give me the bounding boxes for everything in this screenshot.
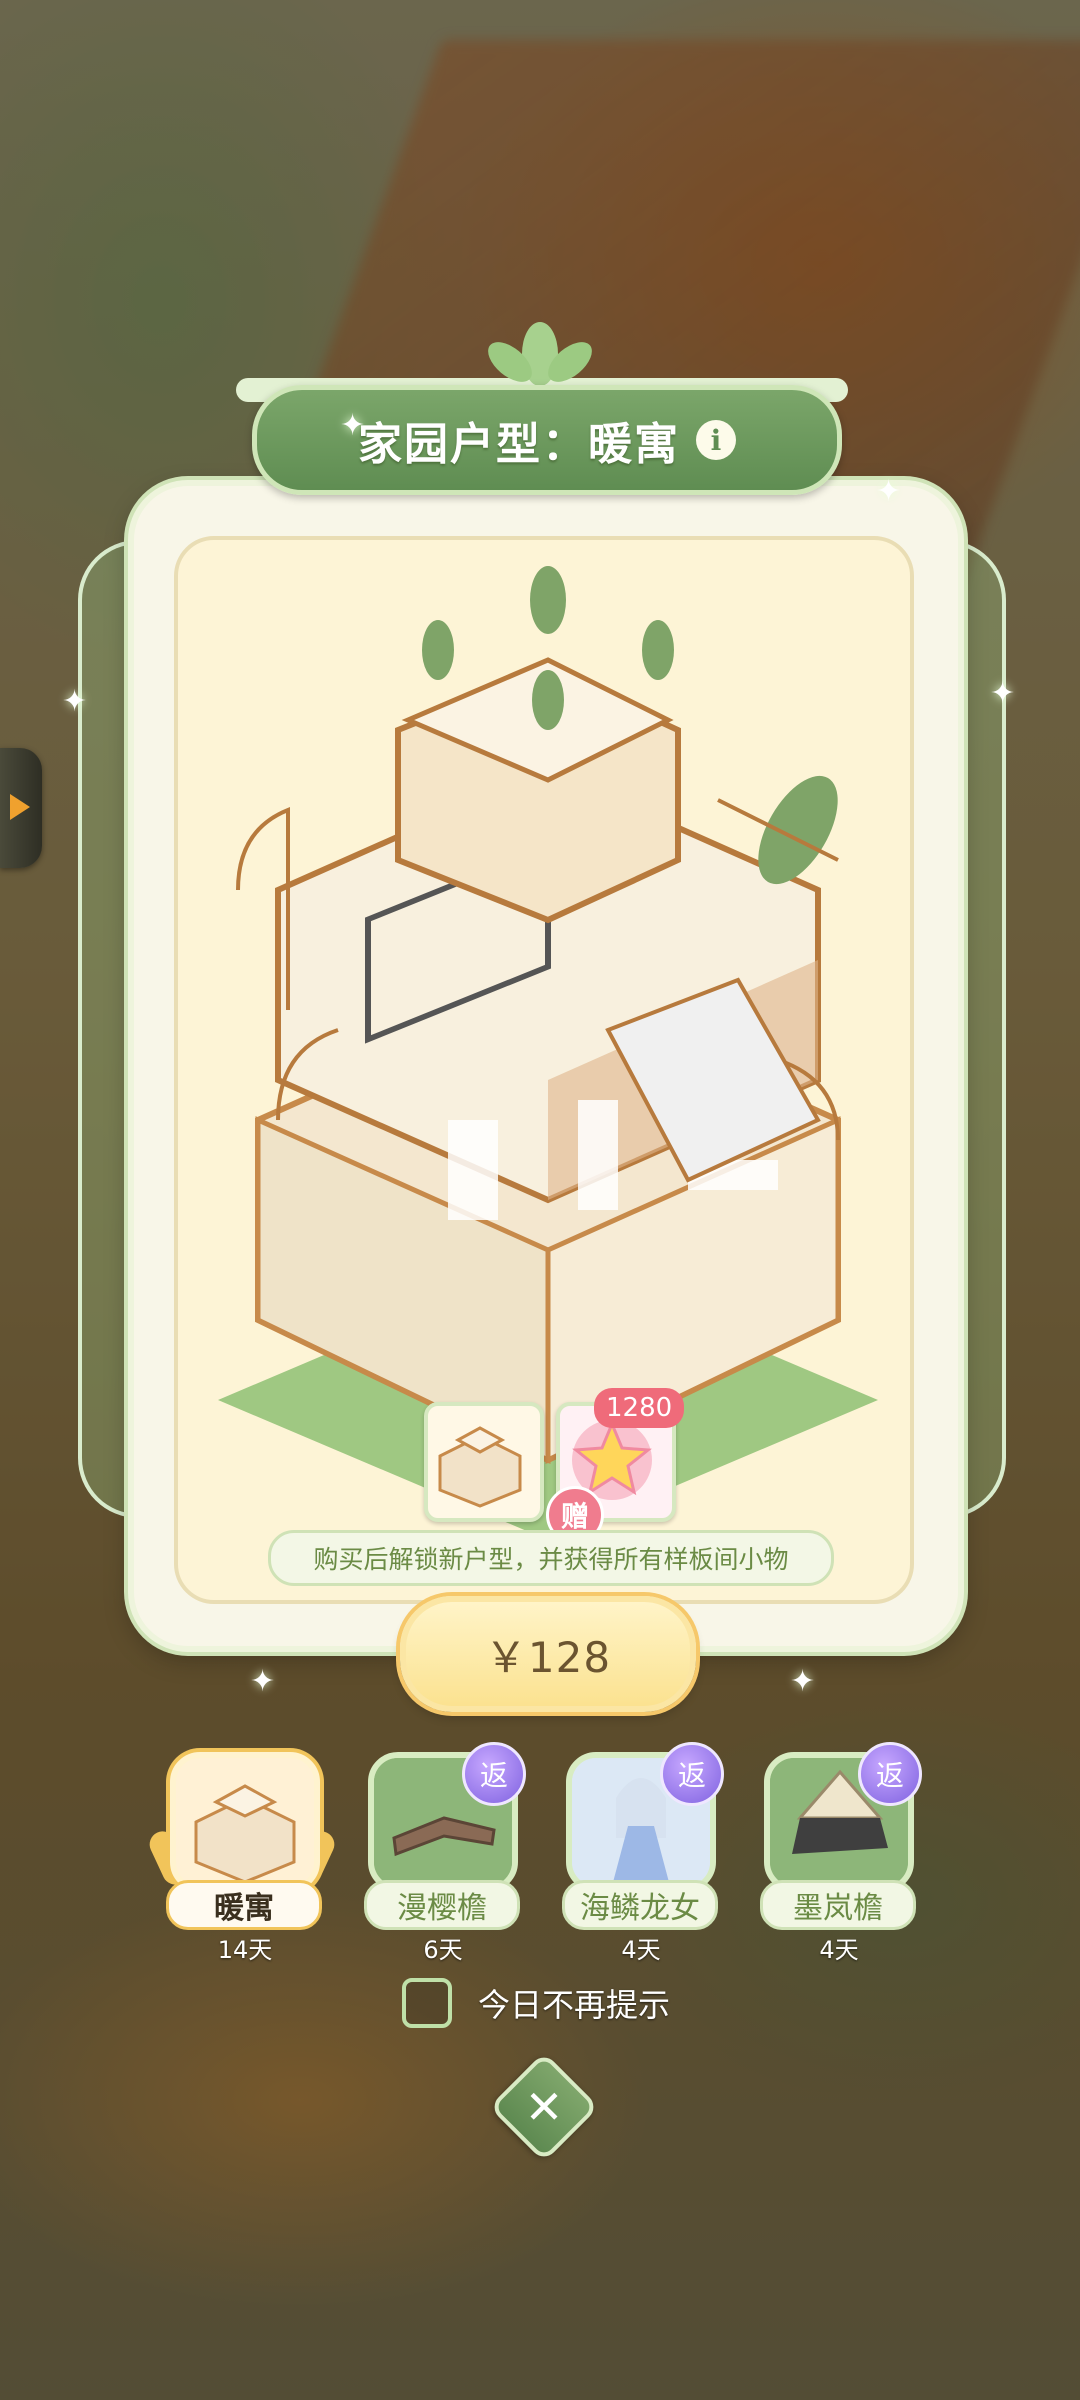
price-label: ￥128: [484, 1632, 612, 1682]
sparkle-icon: ✦: [790, 1664, 816, 1699]
dont-remind-label: 今日不再提示: [478, 1986, 671, 2024]
sparkle-icon: ✦: [876, 474, 902, 509]
sparkle-icon: ✦: [990, 676, 1016, 711]
option-days: 4天: [819, 1936, 859, 1964]
arrow-right-icon: [10, 794, 30, 820]
return-badge: 返: [462, 1742, 526, 1806]
sparkle-icon: ✦: [250, 1664, 276, 1699]
dont-remind-checkbox[interactable]: [402, 1978, 452, 2028]
sparkle-icon: ✦: [340, 408, 366, 443]
dialog-card: 1280 赠 购买后解锁新户型，并获得所有样板间小物: [128, 480, 964, 1652]
reward-house-thumbnail[interactable]: [424, 1402, 544, 1522]
return-badge: 返: [858, 1742, 922, 1806]
sparkle-icon: ✦: [62, 684, 88, 719]
buy-button[interactable]: ￥128: [400, 1596, 696, 1712]
option-label: 暖寓: [166, 1880, 322, 1930]
option-label: 漫樱檐: [364, 1880, 520, 1930]
option-label: 墨岚檐: [760, 1880, 916, 1930]
purchase-description: 购买后解锁新户型，并获得所有样板间小物: [268, 1530, 834, 1586]
preview-panel: 1280 赠 购买后解锁新户型，并获得所有样板间小物: [174, 536, 914, 1604]
house-illustration: [218, 566, 878, 1540]
side-expand-tab[interactable]: [0, 748, 42, 868]
leaf-icon: [488, 322, 592, 386]
bonus-count-badge: 1280: [594, 1388, 685, 1428]
return-badge: 返: [660, 1742, 724, 1806]
option-label: 海鳞龙女: [562, 1880, 718, 1930]
option-days: 6天: [423, 1936, 463, 1964]
option-days: 14天: [217, 1936, 273, 1964]
option-image: [170, 1752, 320, 1892]
dialog-title: 家园户型：暖寓: [358, 419, 680, 470]
info-icon[interactable]: i: [696, 420, 736, 460]
close-icon: ✕: [524, 2080, 564, 2134]
option-days: 4天: [621, 1936, 661, 1964]
house-thumbnail-icon: [438, 1426, 522, 1508]
